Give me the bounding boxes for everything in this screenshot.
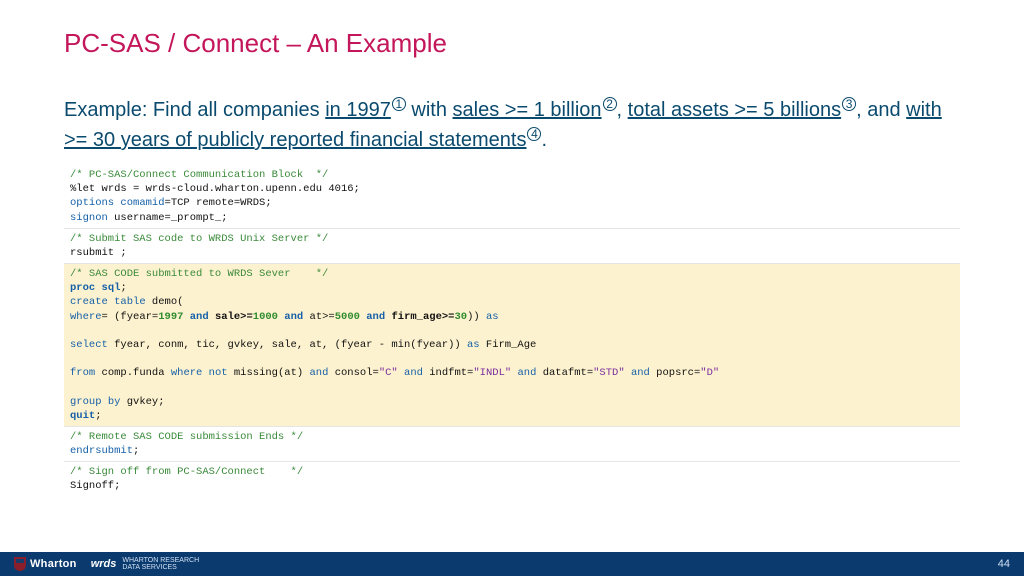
code-kw: and xyxy=(360,311,385,323)
code-text: consol= xyxy=(328,367,378,379)
code-comment: /* Sign off from PC-SAS/Connect */ xyxy=(70,466,303,478)
code-kw: as xyxy=(467,339,480,351)
code-comment: /* Remote SAS CODE submission Ends */ xyxy=(70,431,303,443)
code-text: indfmt= xyxy=(423,367,473,379)
example-description: Example: Find all companies in 19971 wit… xyxy=(64,95,960,155)
page-title: PC-SAS / Connect – An Example xyxy=(64,28,960,59)
code-block-endrsubmit: /* Remote SAS CODE submission Ends */ en… xyxy=(64,427,960,462)
code-kw: endrsubmit xyxy=(70,445,133,457)
code-text: ; xyxy=(120,282,126,294)
code-kw: table xyxy=(108,296,146,308)
code-text: popsrc= xyxy=(650,367,700,379)
code-text: comp.funda xyxy=(95,367,171,379)
wharton-shield-icon xyxy=(14,557,26,571)
footer-bar: Wharton wrds WHARTON RESEARCH DATA SERVI… xyxy=(0,552,1024,576)
page-number: 44 xyxy=(998,558,1010,570)
ref-1-icon: 1 xyxy=(392,97,406,111)
code-comment: /* Submit SAS code to WRDS Unix Server *… xyxy=(70,233,328,245)
code-text: datafmt= xyxy=(536,367,593,379)
ref-4-icon: 4 xyxy=(527,127,541,141)
code-text: ; xyxy=(133,445,139,457)
code-comment: /* PC-SAS/Connect Communication Block */ xyxy=(70,169,328,181)
code-kw: quit xyxy=(70,410,95,422)
code-text: Signoff; xyxy=(70,480,120,492)
code-num: 1000 xyxy=(253,311,278,323)
ref-3-icon: 3 xyxy=(842,97,856,111)
code-kw: and xyxy=(278,311,303,323)
code-block-sql: /* SAS CODE submitted to WRDS Sever */ p… xyxy=(64,264,960,427)
code-text: )) xyxy=(467,311,486,323)
wharton-logo: Wharton xyxy=(30,558,77,570)
criterion-year: in 1997 xyxy=(325,99,391,121)
code-text: wrds = wrds-cloud.wharton.upenn.edu 4016… xyxy=(95,183,360,195)
code-block-connect: /* PC-SAS/Connect Communication Block */… xyxy=(64,165,960,229)
text: , and xyxy=(856,99,906,121)
code-str: "C" xyxy=(379,367,398,379)
code-kw: group xyxy=(70,396,102,408)
code-kw: and xyxy=(625,367,650,379)
code-text: Firm_Age xyxy=(480,339,537,351)
code-block-signoff: /* Sign off from PC-SAS/Connect */ Signo… xyxy=(64,462,960,496)
code-kw: by xyxy=(102,396,121,408)
code-text: fyear, conm, tic, gvkey, sale, at, (fyea… xyxy=(108,339,467,351)
code-kw: where xyxy=(70,311,102,323)
text: , xyxy=(617,99,628,121)
code-text: sale>= xyxy=(209,311,253,323)
code-kw: options xyxy=(70,197,114,209)
code-num: 30 xyxy=(454,311,467,323)
code-kw: select xyxy=(70,339,108,351)
code-kw: where xyxy=(171,367,203,379)
code-kw: sql xyxy=(95,282,120,294)
code-kw: from xyxy=(70,367,95,379)
code-text: rsubmit ; xyxy=(70,247,127,259)
code-kw: as xyxy=(486,311,499,323)
code-kw: and xyxy=(398,367,423,379)
criterion-sales: sales >= 1 billion xyxy=(453,99,602,121)
code-str: "STD" xyxy=(593,367,625,379)
code-str: "D" xyxy=(700,367,719,379)
code-text: = (fyear= xyxy=(102,311,159,323)
wrds-subtitle: WHARTON RESEARCH DATA SERVICES xyxy=(122,557,199,571)
code-text: demo( xyxy=(146,296,184,308)
code-kw: and xyxy=(511,367,536,379)
slide: PC-SAS / Connect – An Example Example: F… xyxy=(0,0,1024,576)
code-text: username=_prompt_; xyxy=(108,212,228,224)
ref-2-icon: 2 xyxy=(603,97,617,111)
code-text: missing(at) xyxy=(228,367,310,379)
text: DATA SERVICES xyxy=(122,564,176,571)
code-kw: comamid xyxy=(114,197,164,209)
code-kw: create xyxy=(70,296,108,308)
text: WHARTON RESEARCH xyxy=(122,557,199,564)
code-num: 5000 xyxy=(335,311,360,323)
text: . xyxy=(541,129,547,151)
code-text: =TCP remote=WRDS; xyxy=(165,197,272,209)
code-kw: not xyxy=(202,367,227,379)
code-kw: and xyxy=(183,311,208,323)
code-comment: /* SAS CODE submitted to WRDS Sever */ xyxy=(70,268,328,280)
text: with xyxy=(406,99,453,121)
text: Example: Find all companies xyxy=(64,99,325,121)
code-num: 1997 xyxy=(158,311,183,323)
code-kw: and xyxy=(310,367,329,379)
wrds-logo: wrds xyxy=(91,558,117,570)
code-str: "INDL" xyxy=(473,367,511,379)
code-kw: signon xyxy=(70,212,108,224)
code-text: firm_age>= xyxy=(385,311,454,323)
code-kw: proc xyxy=(70,282,95,294)
code-block-rsubmit: /* Submit SAS code to WRDS Unix Server *… xyxy=(64,229,960,264)
code-text: gvkey; xyxy=(120,396,164,408)
code-text: at>= xyxy=(303,311,335,323)
criterion-assets: total assets >= 5 billions xyxy=(628,99,841,121)
code-kw: %let xyxy=(70,183,95,195)
code-text: ; xyxy=(95,410,101,422)
